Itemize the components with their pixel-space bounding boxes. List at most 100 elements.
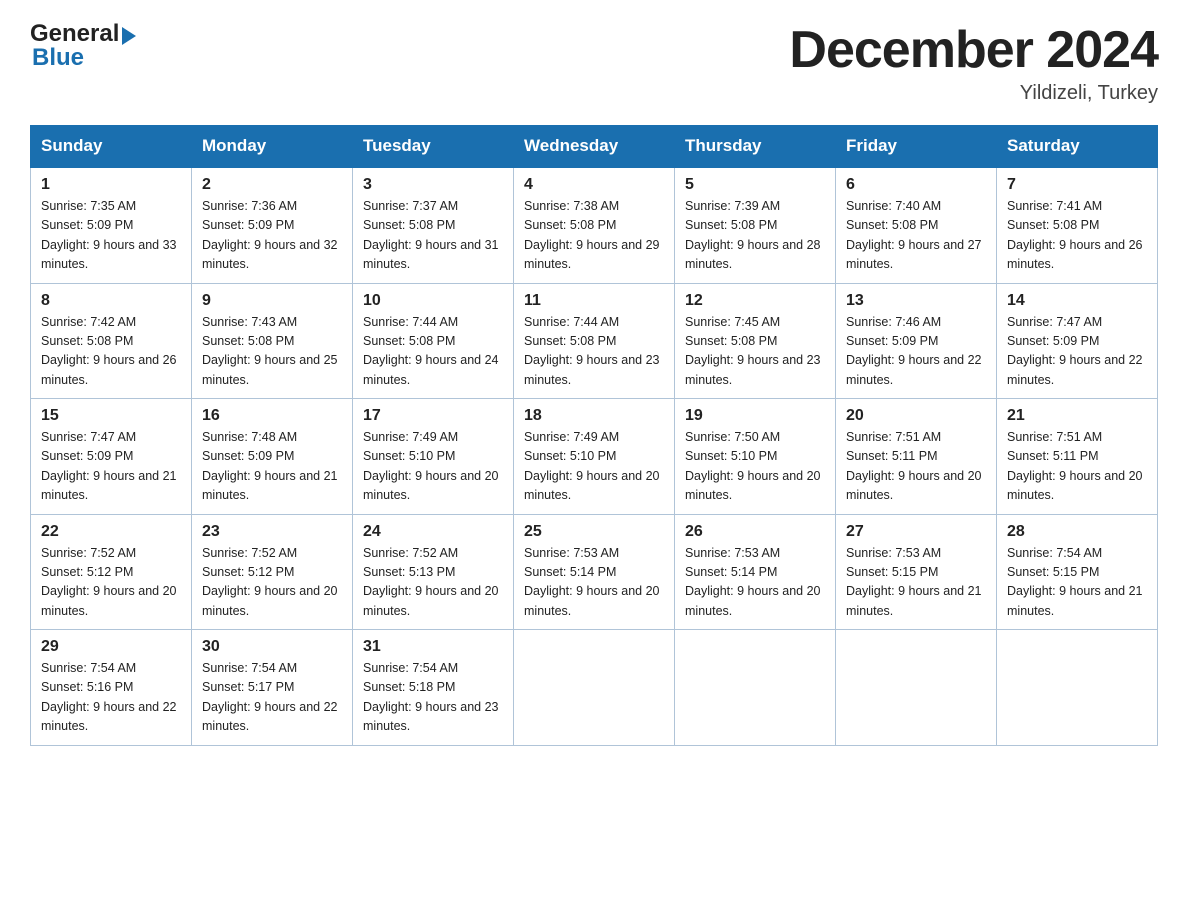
day-number: 8: [41, 292, 181, 310]
day-info: Sunrise: 7:54 AMSunset: 5:18 PMDaylight:…: [363, 661, 499, 733]
calendar-week-row: 8 Sunrise: 7:42 AMSunset: 5:08 PMDayligh…: [31, 283, 1158, 399]
day-info: Sunrise: 7:48 AMSunset: 5:09 PMDaylight:…: [202, 430, 338, 502]
table-row: 26 Sunrise: 7:53 AMSunset: 5:14 PMDaylig…: [675, 514, 836, 630]
day-info: Sunrise: 7:54 AMSunset: 5:16 PMDaylight:…: [41, 661, 177, 733]
day-info: Sunrise: 7:36 AMSunset: 5:09 PMDaylight:…: [202, 199, 338, 271]
day-number: 4: [524, 176, 664, 194]
day-number: 30: [202, 638, 342, 656]
day-info: Sunrise: 7:45 AMSunset: 5:08 PMDaylight:…: [685, 315, 821, 387]
day-info: Sunrise: 7:43 AMSunset: 5:08 PMDaylight:…: [202, 315, 338, 387]
day-number: 16: [202, 407, 342, 425]
calendar-table: Sunday Monday Tuesday Wednesday Thursday…: [30, 125, 1158, 746]
day-number: 19: [685, 407, 825, 425]
month-title: December 2024: [789, 20, 1158, 80]
day-number: 17: [363, 407, 503, 425]
day-info: Sunrise: 7:51 AMSunset: 5:11 PMDaylight:…: [846, 430, 982, 502]
day-info: Sunrise: 7:44 AMSunset: 5:08 PMDaylight:…: [524, 315, 660, 387]
table-row: 19 Sunrise: 7:50 AMSunset: 5:10 PMDaylig…: [675, 399, 836, 515]
table-row: 15 Sunrise: 7:47 AMSunset: 5:09 PMDaylig…: [31, 399, 192, 515]
table-row: 17 Sunrise: 7:49 AMSunset: 5:10 PMDaylig…: [353, 399, 514, 515]
day-info: Sunrise: 7:53 AMSunset: 5:14 PMDaylight:…: [524, 546, 660, 618]
day-info: Sunrise: 7:39 AMSunset: 5:08 PMDaylight:…: [685, 199, 821, 271]
day-number: 21: [1007, 407, 1147, 425]
day-number: 22: [41, 523, 181, 541]
day-number: 10: [363, 292, 503, 310]
table-row: 5 Sunrise: 7:39 AMSunset: 5:08 PMDayligh…: [675, 167, 836, 283]
calendar-week-row: 29 Sunrise: 7:54 AMSunset: 5:16 PMDaylig…: [31, 630, 1158, 746]
page-header: General Blue December 2024 Yildizeli, Tu…: [30, 20, 1158, 105]
day-number: 13: [846, 292, 986, 310]
table-row: 29 Sunrise: 7:54 AMSunset: 5:16 PMDaylig…: [31, 630, 192, 746]
day-info: Sunrise: 7:40 AMSunset: 5:08 PMDaylight:…: [846, 199, 982, 271]
day-info: Sunrise: 7:47 AMSunset: 5:09 PMDaylight:…: [41, 430, 177, 502]
day-number: 27: [846, 523, 986, 541]
table-row: 27 Sunrise: 7:53 AMSunset: 5:15 PMDaylig…: [836, 514, 997, 630]
day-number: 12: [685, 292, 825, 310]
header-friday: Friday: [836, 126, 997, 168]
day-number: 11: [524, 292, 664, 310]
day-number: 14: [1007, 292, 1147, 310]
table-row: [997, 630, 1158, 746]
day-info: Sunrise: 7:52 AMSunset: 5:12 PMDaylight:…: [202, 546, 338, 618]
header-tuesday: Tuesday: [353, 126, 514, 168]
header-monday: Monday: [192, 126, 353, 168]
table-row: 14 Sunrise: 7:47 AMSunset: 5:09 PMDaylig…: [997, 283, 1158, 399]
day-number: 25: [524, 523, 664, 541]
logo-blue-text: Blue: [30, 44, 136, 72]
table-row: 16 Sunrise: 7:48 AMSunset: 5:09 PMDaylig…: [192, 399, 353, 515]
table-row: 31 Sunrise: 7:54 AMSunset: 5:18 PMDaylig…: [353, 630, 514, 746]
day-number: 2: [202, 176, 342, 194]
table-row: 9 Sunrise: 7:43 AMSunset: 5:08 PMDayligh…: [192, 283, 353, 399]
table-row: [836, 630, 997, 746]
title-block: December 2024 Yildizeli, Turkey: [789, 20, 1158, 105]
header-sunday: Sunday: [31, 126, 192, 168]
table-row: 7 Sunrise: 7:41 AMSunset: 5:08 PMDayligh…: [997, 167, 1158, 283]
day-number: 31: [363, 638, 503, 656]
day-number: 3: [363, 176, 503, 194]
table-row: 24 Sunrise: 7:52 AMSunset: 5:13 PMDaylig…: [353, 514, 514, 630]
calendar-week-row: 15 Sunrise: 7:47 AMSunset: 5:09 PMDaylig…: [31, 399, 1158, 515]
day-info: Sunrise: 7:53 AMSunset: 5:15 PMDaylight:…: [846, 546, 982, 618]
table-row: 21 Sunrise: 7:51 AMSunset: 5:11 PMDaylig…: [997, 399, 1158, 515]
day-number: 29: [41, 638, 181, 656]
day-number: 28: [1007, 523, 1147, 541]
calendar-week-row: 1 Sunrise: 7:35 AMSunset: 5:09 PMDayligh…: [31, 167, 1158, 283]
table-row: 23 Sunrise: 7:52 AMSunset: 5:12 PMDaylig…: [192, 514, 353, 630]
table-row: 4 Sunrise: 7:38 AMSunset: 5:08 PMDayligh…: [514, 167, 675, 283]
day-number: 1: [41, 176, 181, 194]
table-row: 13 Sunrise: 7:46 AMSunset: 5:09 PMDaylig…: [836, 283, 997, 399]
location-title: Yildizeli, Turkey: [789, 82, 1158, 105]
day-info: Sunrise: 7:41 AMSunset: 5:08 PMDaylight:…: [1007, 199, 1143, 271]
table-row: 11 Sunrise: 7:44 AMSunset: 5:08 PMDaylig…: [514, 283, 675, 399]
day-info: Sunrise: 7:37 AMSunset: 5:08 PMDaylight:…: [363, 199, 499, 271]
day-info: Sunrise: 7:42 AMSunset: 5:08 PMDaylight:…: [41, 315, 177, 387]
calendar-header-row: Sunday Monday Tuesday Wednesday Thursday…: [31, 126, 1158, 168]
day-number: 7: [1007, 176, 1147, 194]
table-row: 18 Sunrise: 7:49 AMSunset: 5:10 PMDaylig…: [514, 399, 675, 515]
table-row: [675, 630, 836, 746]
day-info: Sunrise: 7:53 AMSunset: 5:14 PMDaylight:…: [685, 546, 821, 618]
day-info: Sunrise: 7:49 AMSunset: 5:10 PMDaylight:…: [363, 430, 499, 502]
day-number: 18: [524, 407, 664, 425]
table-row: 30 Sunrise: 7:54 AMSunset: 5:17 PMDaylig…: [192, 630, 353, 746]
table-row: 6 Sunrise: 7:40 AMSunset: 5:08 PMDayligh…: [836, 167, 997, 283]
logo-arrow-icon: [122, 27, 136, 45]
table-row: 20 Sunrise: 7:51 AMSunset: 5:11 PMDaylig…: [836, 399, 997, 515]
table-row: 25 Sunrise: 7:53 AMSunset: 5:14 PMDaylig…: [514, 514, 675, 630]
day-info: Sunrise: 7:52 AMSunset: 5:12 PMDaylight:…: [41, 546, 177, 618]
day-number: 26: [685, 523, 825, 541]
table-row: 12 Sunrise: 7:45 AMSunset: 5:08 PMDaylig…: [675, 283, 836, 399]
table-row: [514, 630, 675, 746]
header-wednesday: Wednesday: [514, 126, 675, 168]
day-number: 23: [202, 523, 342, 541]
day-number: 20: [846, 407, 986, 425]
day-info: Sunrise: 7:49 AMSunset: 5:10 PMDaylight:…: [524, 430, 660, 502]
day-number: 6: [846, 176, 986, 194]
day-info: Sunrise: 7:47 AMSunset: 5:09 PMDaylight:…: [1007, 315, 1143, 387]
day-info: Sunrise: 7:46 AMSunset: 5:09 PMDaylight:…: [846, 315, 982, 387]
table-row: 1 Sunrise: 7:35 AMSunset: 5:09 PMDayligh…: [31, 167, 192, 283]
logo: General Blue: [30, 20, 136, 72]
day-info: Sunrise: 7:50 AMSunset: 5:10 PMDaylight:…: [685, 430, 821, 502]
table-row: 3 Sunrise: 7:37 AMSunset: 5:08 PMDayligh…: [353, 167, 514, 283]
table-row: 10 Sunrise: 7:44 AMSunset: 5:08 PMDaylig…: [353, 283, 514, 399]
